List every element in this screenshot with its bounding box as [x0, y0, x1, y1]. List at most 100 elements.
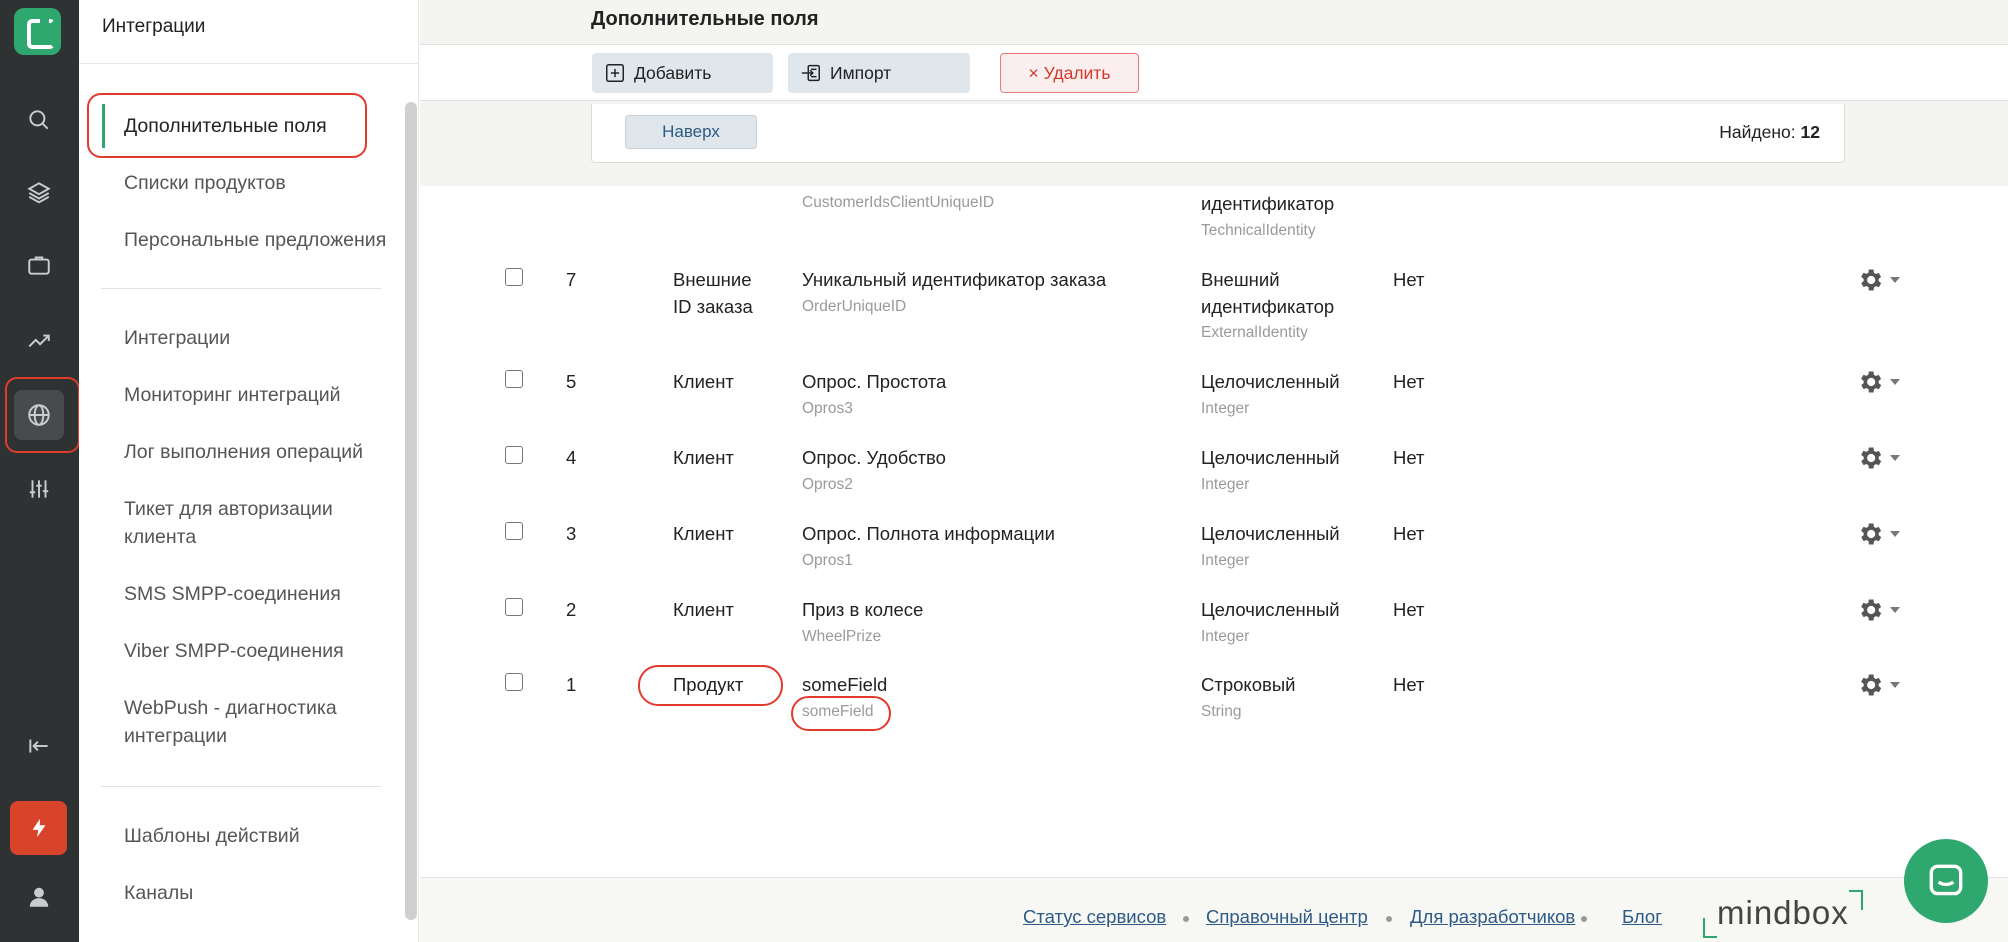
- chevron-down-icon: [1890, 379, 1900, 385]
- system-name-highlight: [791, 696, 891, 731]
- row-multi: Нет: [1393, 447, 1425, 468]
- import-button[interactable]: Импорт: [788, 53, 970, 93]
- layers-icon[interactable]: [14, 167, 64, 217]
- icon-rail: [0, 0, 80, 942]
- row-actions[interactable]: [1856, 366, 1912, 398]
- chevron-down-icon: [1890, 277, 1900, 283]
- main-content: Дополнительные поля Добавить Импорт × Уд…: [420, 0, 2008, 942]
- row-checkbox[interactable]: [505, 598, 523, 616]
- row-type-sub: Integer: [1201, 400, 1250, 417]
- trend-icon[interactable]: [14, 316, 64, 366]
- sidebar-item-channels[interactable]: Каналы: [124, 879, 414, 907]
- sidebar-item-auth-ticket[interactable]: Тикет для авторизации клиента: [124, 495, 364, 551]
- row-actions[interactable]: [1856, 669, 1912, 701]
- row-checkbox[interactable]: [505, 370, 523, 388]
- gear-icon: [1861, 599, 1882, 621]
- footer-link-help[interactable]: Справочный центр: [1206, 906, 1368, 928]
- row-actions[interactable]: [1856, 264, 1912, 296]
- row-actions[interactable]: [1856, 594, 1912, 626]
- row-id: 1: [566, 674, 577, 695]
- row-name[interactable]: Опрос. Полнота информации: [802, 520, 1055, 547]
- gear-icon: [1861, 269, 1882, 291]
- row-entity: Внешние ID заказа: [673, 269, 753, 317]
- import-icon: [801, 64, 820, 82]
- page-header: Дополнительные поля Добавить Импорт × Уд…: [420, 0, 2008, 186]
- briefcase-icon[interactable]: [14, 240, 64, 290]
- filter-panel: Наверх Найдено: 12: [591, 104, 1845, 163]
- chat-button[interactable]: [1904, 839, 1988, 923]
- sidebar-title: Интеграции: [102, 16, 206, 37]
- gear-icon: [1861, 447, 1882, 469]
- row-name[interactable]: Уникальный идентификатор заказа: [802, 266, 1106, 293]
- row-entity: Клиент: [673, 371, 734, 392]
- row-type-sub: Integer: [1201, 552, 1250, 569]
- row-type: Внешний идентификатор: [1201, 269, 1335, 317]
- row-multi: Нет: [1393, 371, 1425, 392]
- row-entity: Клиент: [673, 599, 734, 620]
- footer: Статус сервисов Справочный центр Для раз…: [420, 877, 2008, 942]
- add-button[interactable]: Добавить: [592, 53, 773, 93]
- row-entity: Клиент: [673, 523, 734, 544]
- page-title: Дополнительные поля: [591, 8, 819, 30]
- gear-icon: [1861, 371, 1882, 393]
- row-system-name: WheelPrize: [802, 628, 882, 645]
- delete-button[interactable]: × Удалить: [1000, 53, 1139, 93]
- row-name[interactable]: someField: [802, 671, 887, 698]
- import-button-label: Импорт: [830, 62, 892, 83]
- plus-square-icon: [606, 64, 624, 82]
- field-type: идентификатор: [1201, 193, 1335, 214]
- row-type: Целочисленный: [1201, 447, 1340, 468]
- sidebar-header: Интеграции: [79, 0, 419, 64]
- row-name[interactable]: Опрос. Простота: [802, 368, 946, 395]
- row-id: 3: [566, 523, 577, 544]
- footer-link-developers[interactable]: Для разработчиков: [1410, 906, 1575, 928]
- row-actions[interactable]: [1856, 442, 1912, 474]
- found-count: 12: [1800, 122, 1820, 142]
- scroll-top-button[interactable]: Наверх: [625, 115, 757, 149]
- sidebar-item-webpush-diagnostics[interactable]: WebPush - диагностика интеграции: [124, 694, 374, 750]
- row-checkbox[interactable]: [505, 268, 523, 286]
- row-multi: Нет: [1393, 674, 1425, 695]
- row-type: Целочисленный: [1201, 523, 1340, 544]
- sidebar-item-viber-smpp[interactable]: Viber SMPP-соединения: [124, 637, 414, 665]
- sidebar-item-sms-smpp[interactable]: SMS SMPP-соединения: [124, 580, 414, 608]
- chat-icon: [1929, 864, 1963, 896]
- row-checkbox[interactable]: [505, 673, 523, 691]
- search-icon[interactable]: [14, 95, 64, 145]
- sidebar-item-operations-log[interactable]: Лог выполнения операций: [124, 438, 414, 466]
- row-actions[interactable]: [1856, 518, 1912, 550]
- chevron-down-icon: [1890, 607, 1900, 613]
- sidebar-item-integration-monitoring[interactable]: Мониторинг интеграций: [124, 381, 414, 409]
- field-type-sub: TechnicalIdentity: [1201, 222, 1316, 239]
- row-checkbox[interactable]: [505, 522, 523, 540]
- row-type-sub: Integer: [1201, 628, 1250, 645]
- results-count: Найдено: 12: [1719, 122, 1820, 143]
- row-system-name: Opros1: [802, 552, 853, 569]
- globe-highlight: [5, 377, 80, 453]
- row-system-name: Opros2: [802, 476, 853, 493]
- row-checkbox[interactable]: [505, 446, 523, 464]
- row-entity: Клиент: [673, 447, 734, 468]
- sidebar-scrollbar[interactable]: [405, 102, 417, 920]
- bolt-icon[interactable]: [10, 801, 67, 855]
- row-type-sub: Integer: [1201, 476, 1250, 493]
- sliders-icon[interactable]: [14, 464, 64, 514]
- sidebar-item-product-lists[interactable]: Списки продуктов: [124, 169, 414, 197]
- row-name[interactable]: Опрос. Удобство: [802, 444, 946, 471]
- app-logo[interactable]: [14, 8, 61, 55]
- sidebar-item-action-templates[interactable]: Шаблоны действий: [124, 822, 414, 850]
- chevron-down-icon: [1890, 455, 1900, 461]
- row-multi: Нет: [1393, 599, 1425, 620]
- row-multi: Нет: [1393, 269, 1425, 290]
- footer-link-blog[interactable]: Блог: [1622, 906, 1662, 928]
- footer-link-status[interactable]: Статус сервисов: [1023, 906, 1166, 928]
- row-name[interactable]: Приз в колесе: [802, 596, 923, 623]
- user-icon[interactable]: [14, 872, 64, 922]
- collapse-icon[interactable]: [14, 721, 64, 771]
- sidebar-item-highlight: [87, 93, 367, 158]
- gear-icon: [1861, 674, 1882, 696]
- row-id: 4: [566, 447, 577, 468]
- sidebar-item-integrations[interactable]: Интеграции: [124, 324, 414, 352]
- row-system-name: OrderUniqueID: [802, 298, 907, 315]
- sidebar-item-personal-offers[interactable]: Персональные предложения: [124, 226, 414, 254]
